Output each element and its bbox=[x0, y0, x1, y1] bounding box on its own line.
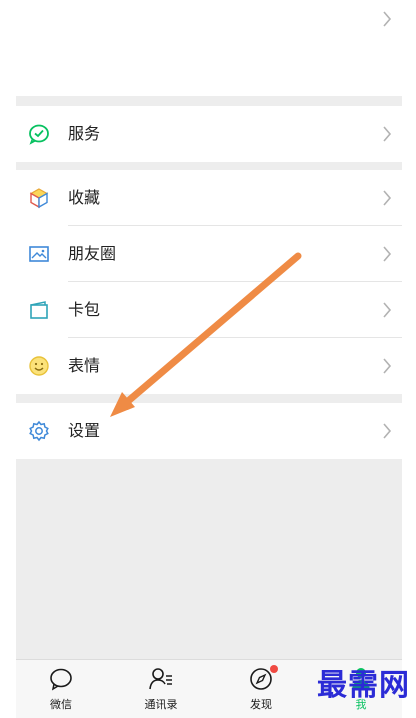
site-watermark: 最需网 bbox=[317, 668, 410, 703]
me-page: 服务 收藏 朋友圈 卡包 表情 设置 微信 通讯录 发现 我 bbox=[16, 0, 402, 718]
annotation-arrow bbox=[110, 252, 302, 417]
